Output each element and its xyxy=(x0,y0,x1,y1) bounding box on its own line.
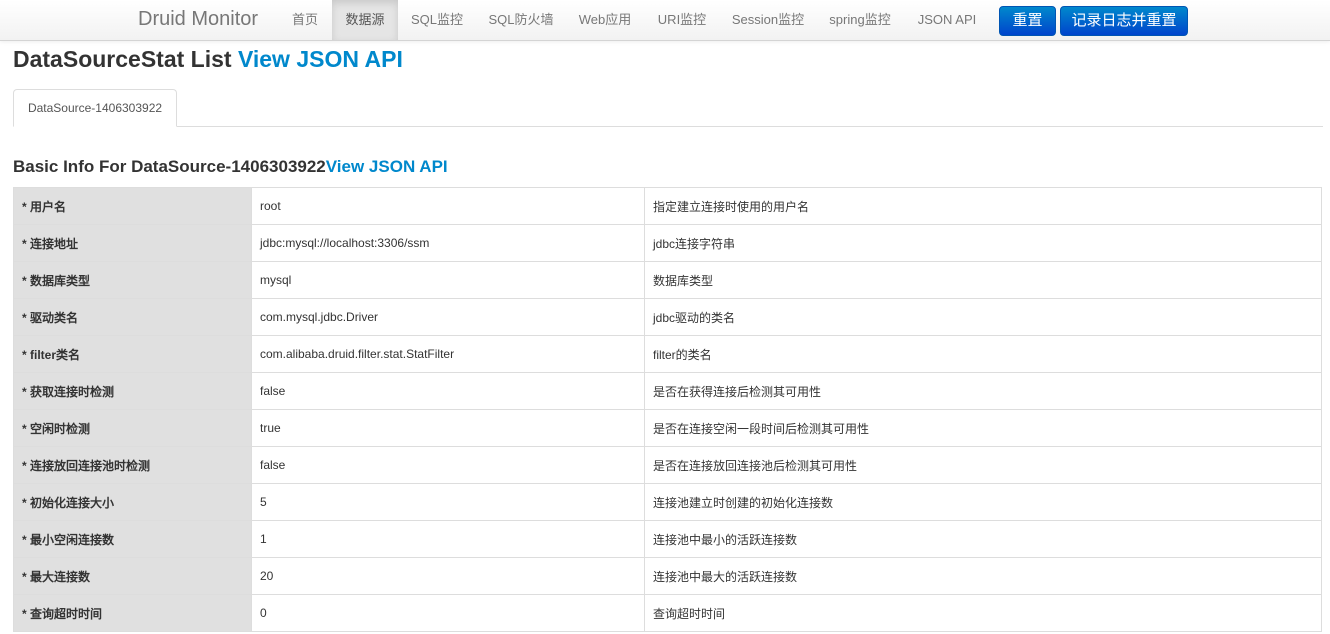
table-row: * 空闲时检测 true 是否在连接空闲一段时间后检测其可用性 xyxy=(13,409,1322,447)
row-label: * 数据库类型 xyxy=(13,261,252,299)
row-label: * 驱动类名 xyxy=(13,298,252,336)
row-value: com.mysql.jdbc.Driver xyxy=(251,298,645,336)
row-description: 是否在连接空闲一段时间后检测其可用性 xyxy=(644,409,1322,447)
row-description: 连接池建立时创建的初始化连接数 xyxy=(644,483,1322,521)
row-label: * 连接地址 xyxy=(13,224,252,262)
log-and-reset-button[interactable]: 记录日志并重置 xyxy=(1060,6,1188,36)
row-value: jdbc:mysql://localhost:3306/ssm xyxy=(251,224,645,262)
nav-json-api[interactable]: JSON API xyxy=(904,0,990,40)
row-label: * 空闲时检测 xyxy=(13,409,252,447)
table-row: * 连接放回连接池时检测 false 是否在连接放回连接池后检测其可用性 xyxy=(13,446,1322,484)
nav-web-app[interactable]: Web应用 xyxy=(566,0,644,40)
row-value: 20 xyxy=(251,557,645,595)
row-description: 是否在连接放回连接池后检测其可用性 xyxy=(644,446,1322,484)
table-row: * 最小空闲连接数 1 连接池中最小的活跃连接数 xyxy=(13,520,1322,558)
nav-home[interactable]: 首页 xyxy=(280,0,330,40)
nav-sql-firewall[interactable]: SQL防火墙 xyxy=(476,0,566,40)
row-value: false xyxy=(251,446,645,484)
row-value: root xyxy=(251,187,645,225)
row-description: 数据库类型 xyxy=(644,261,1322,299)
basic-info-table-body: * 用户名 root 指定建立连接时使用的用户名 * 连接地址 jdbc:mysql:/… xyxy=(13,187,1322,632)
tabs-divider xyxy=(13,126,1323,127)
nav-spring-monitor[interactable]: spring监控 xyxy=(816,0,904,40)
row-label: * filter类名 xyxy=(13,335,252,373)
row-description: 连接池中最小的活跃连接数 xyxy=(644,520,1322,558)
page-title: DataSourceStat List View JSON API xyxy=(13,44,403,74)
table-row: * 查询超时时间 0 查询超时时间 xyxy=(13,594,1322,632)
nav-uri-monitor[interactable]: URI监控 xyxy=(644,0,720,40)
row-label: * 最小空闲连接数 xyxy=(13,520,252,558)
section-title-text: Basic Info For DataSource-1406303922 xyxy=(13,157,326,176)
row-label: * 初始化连接大小 xyxy=(13,483,252,521)
nav-datasource[interactable]: 数据源 xyxy=(332,0,398,40)
table-row: * filter类名 com.alibaba.druid.filter.stat.… xyxy=(13,335,1322,373)
reset-button[interactable]: 重置 xyxy=(999,6,1056,36)
view-json-api-link[interactable]: View JSON API xyxy=(238,46,403,72)
row-value: 0 xyxy=(251,594,645,632)
basic-info-table: * 用户名 root 指定建立连接时使用的用户名 * 连接地址 jdbc:mysql:/… xyxy=(13,187,1322,632)
nav-session-monitor[interactable]: Session监控 xyxy=(720,0,816,40)
row-label: * 最大连接数 xyxy=(13,557,252,595)
table-row: * 最大连接数 20 连接池中最大的活跃连接数 xyxy=(13,557,1322,595)
table-row: * 驱动类名 com.mysql.jdbc.Driver jdbc驱动的类名 xyxy=(13,298,1322,336)
table-row: * 数据库类型 mysql 数据库类型 xyxy=(13,261,1322,299)
row-value: com.alibaba.druid.filter.stat.StatFilter xyxy=(251,335,645,373)
basic-info-json-api-link[interactable]: View JSON API xyxy=(326,157,448,176)
row-description: jdbc驱动的类名 xyxy=(644,298,1322,336)
row-label: * 连接放回连接池时检测 xyxy=(13,446,252,484)
row-description: 连接池中最大的活跃连接数 xyxy=(644,557,1322,595)
row-label: * 查询超时时间 xyxy=(13,594,252,632)
row-value: 1 xyxy=(251,520,645,558)
table-row: * 连接地址 jdbc:mysql://localhost:3306/ssm jdb… xyxy=(13,224,1322,262)
tab-datasource[interactable]: DataSource-1406303922 xyxy=(13,89,177,127)
row-label: * 获取连接时检测 xyxy=(13,372,252,410)
row-value: false xyxy=(251,372,645,410)
table-row: * 获取连接时检测 false 是否在获得连接后检测其可用性 xyxy=(13,372,1322,410)
row-description: 查询超时时间 xyxy=(644,594,1322,632)
table-row: * 用户名 root 指定建立连接时使用的用户名 xyxy=(13,187,1322,225)
row-description: jdbc连接字符串 xyxy=(644,224,1322,262)
table-row: * 初始化连接大小 5 连接池建立时创建的初始化连接数 xyxy=(13,483,1322,521)
nav-sql-monitor[interactable]: SQL监控 xyxy=(398,0,476,40)
row-value: mysql xyxy=(251,261,645,299)
row-label: * 用户名 xyxy=(13,187,252,225)
page-title-text: DataSourceStat List xyxy=(13,46,232,72)
row-value: 5 xyxy=(251,483,645,521)
top-navbar: Druid Monitor 首页 数据源 SQL监控 SQL防火墙 Web应用 … xyxy=(0,0,1330,41)
row-value: true xyxy=(251,409,645,447)
brand-logo-link[interactable]: Druid Monitor xyxy=(138,8,258,31)
section-title: Basic Info For DataSource-1406303922View… xyxy=(13,155,448,179)
row-description: 是否在获得连接后检测其可用性 xyxy=(644,372,1322,410)
row-description: filter的类名 xyxy=(644,335,1322,373)
row-description: 指定建立连接时使用的用户名 xyxy=(644,187,1322,225)
